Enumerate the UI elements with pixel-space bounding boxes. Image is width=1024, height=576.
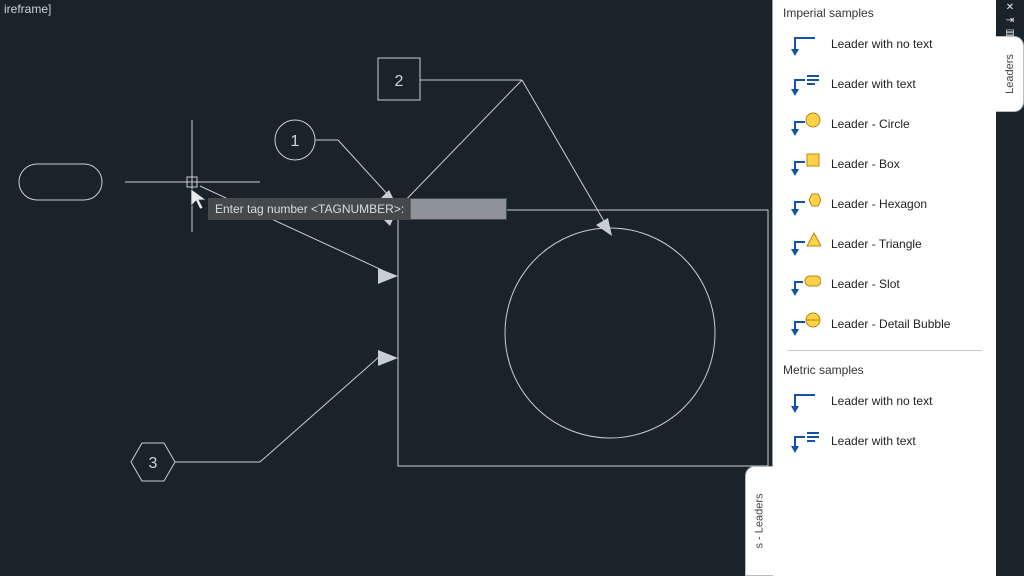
palette-item-metric-leader-no-text[interactable]: Leader with no text [773,381,996,421]
palette-item-label: Leader - Box [831,157,986,172]
leader-text-icon [791,427,821,455]
group-header-imperial: Imperial samples [773,0,996,24]
tool-palette: ✕ ⇥ ▤ Leaders s - Leaders Imperial sampl… [772,0,996,576]
shape-rectangle [398,210,768,466]
leader-arrows [175,80,612,462]
svg-text:1: 1 [291,133,300,150]
palette-item-leader-circle[interactable]: Leader - Circle [773,104,996,144]
leader-plain-icon [791,30,821,58]
leader-text-icon [791,70,821,98]
leader-slot-icon [791,270,821,298]
leader-triangle-icon [791,230,821,258]
palette-item-label: Leader with text [831,77,986,92]
shape-slot [19,164,102,200]
palette-item-leader-box[interactable]: Leader - Box [773,144,996,184]
palette-item-label: Leader - Circle [831,117,986,132]
palette-item-leader-with-text[interactable]: Leader with text [773,64,996,104]
palette-item-leader-detail-bubble[interactable]: Leader - Detail Bubble [773,304,996,344]
shape-circle [505,228,715,438]
palette-item-label: Leader with no text [831,37,986,52]
palette-secondary-tab[interactable]: s - Leaders [745,466,773,576]
palette-item-label: Leader with no text [831,394,986,409]
palette-item-leader-slot[interactable]: Leader - Slot [773,264,996,304]
autohide-icon[interactable]: ⇥ [1001,15,1019,26]
tag-circle-1: 1 [275,120,315,160]
palette-item-label: Leader - Slot [831,277,986,292]
svg-text:2: 2 [395,73,404,90]
palette-item-label: Leader - Triangle [831,237,986,252]
palette-item-leader-triangle[interactable]: Leader - Triangle [773,224,996,264]
palette-titlebar: ✕ ⇥ ▤ [996,0,1024,36]
palette-tab-label: Leaders [1004,54,1016,94]
palette-tab-leaders[interactable]: Leaders [996,36,1024,112]
leader-circle-icon [791,110,821,138]
group-header-metric: Metric samples [773,357,996,381]
palette-item-metric-leader-with-text[interactable]: Leader with text [773,421,996,461]
close-icon[interactable]: ✕ [1001,2,1019,13]
dynamic-input-prompt: Enter tag number <TAGNUMBER>: [208,198,507,220]
secondary-tab-label: s - Leaders [754,493,766,548]
leader-detail-bubble-icon [791,310,821,338]
mouse-pointer-icon [191,189,206,209]
palette-item-label: Leader - Detail Bubble [831,317,986,332]
leader-hexagon-icon [791,190,821,218]
palette-item-label: Leader - Hexagon [831,197,986,212]
leader-box-icon [791,150,821,178]
divider [787,350,982,351]
tag-hexagon-3: 3 [131,443,175,481]
leader-plain-icon [791,387,821,415]
svg-text:3: 3 [149,455,158,472]
prompt-text: Enter tag number <TAGNUMBER>: [209,199,410,219]
tag-box-2: 2 [378,58,420,100]
palette-item-leader-no-text[interactable]: Leader with no text [773,24,996,64]
palette-item-leader-hexagon[interactable]: Leader - Hexagon [773,184,996,224]
palette-item-label: Leader with text [831,434,986,449]
prompt-input[interactable] [410,199,506,219]
